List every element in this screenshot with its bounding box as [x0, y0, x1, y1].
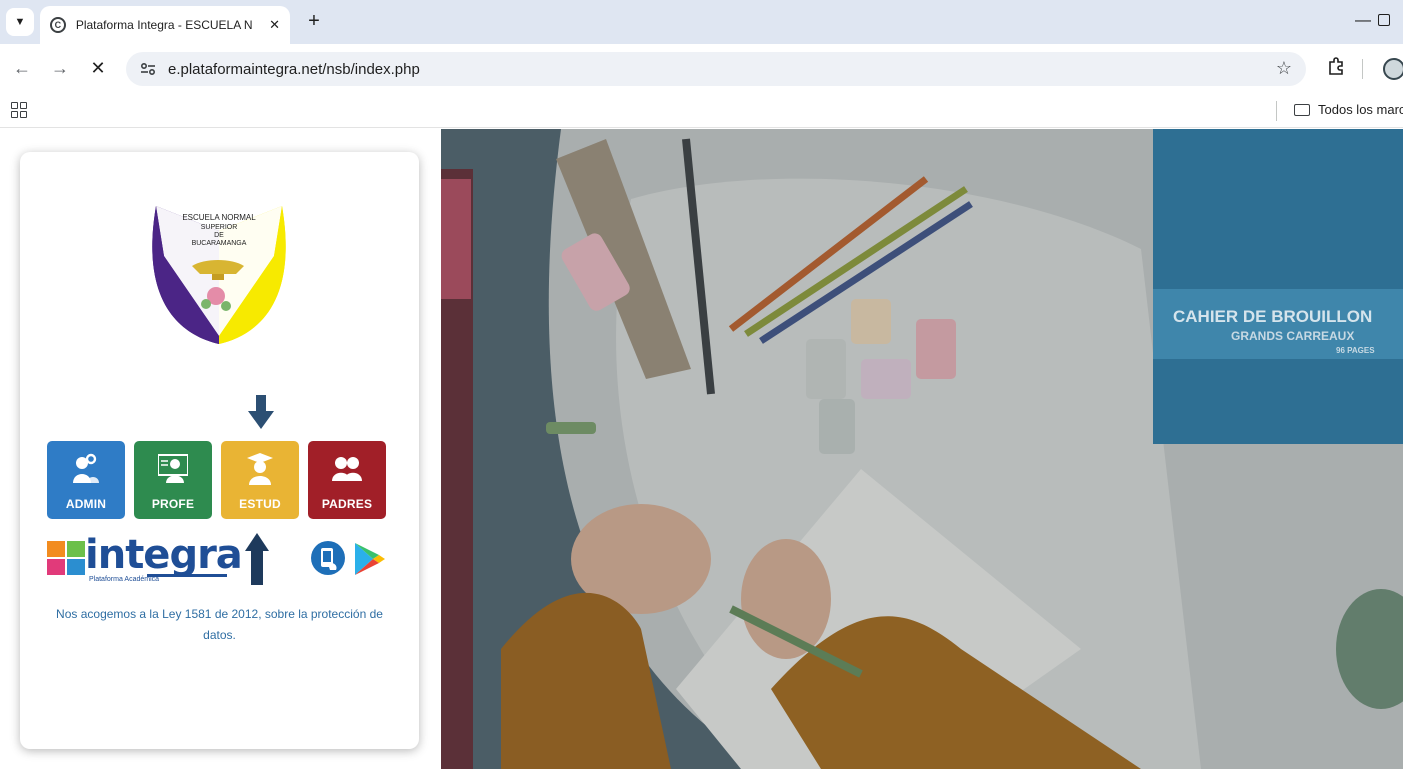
role-buttons: ADMIN PROFE ESTUD PADRES — [47, 441, 386, 519]
tab-search-button[interactable]: ▼ — [6, 8, 34, 36]
hero-image: CAHIER DE BROUILLON GRANDS CARREAUX 96 P… — [441, 129, 1403, 769]
stop-loading-icon[interactable]: ✕ — [86, 57, 110, 81]
bookmark-star-icon[interactable]: ☆ — [1276, 58, 1292, 79]
bookmarks-bar: Todos los marc — [0, 94, 1403, 128]
chevron-down-icon: ▼ — [14, 16, 26, 28]
admin-role-button[interactable]: ADMIN — [47, 441, 125, 519]
extensions-puzzle-icon[interactable] — [1327, 56, 1345, 76]
school-crest-logo: ESCUELA NORMAL SUPERIOR DE BUCARAMANGA — [152, 206, 286, 344]
close-tab-icon[interactable]: ✕ — [269, 17, 280, 33]
tab-title: Plataforma Integra - ESCUELA N — [75, 18, 253, 32]
admin-role-label: ADMIN — [65, 497, 107, 511]
padres-role-label: PADRES — [321, 497, 373, 511]
bookmark-folder-label: Todos los marc — [1318, 102, 1403, 117]
profile-avatar-icon[interactable] — [1383, 58, 1403, 80]
arrow-up-icon — [245, 533, 269, 585]
site-info-icon[interactable] — [138, 59, 158, 79]
crest-line-1: ESCUELA NORMAL — [182, 213, 256, 222]
profe-role-label: PROFE — [151, 497, 195, 511]
all-bookmarks-folder[interactable]: Todos los marc — [1294, 102, 1403, 117]
brand-row: integra Plataforma Académica — [47, 533, 397, 585]
crest-line-2: SUPERIOR — [201, 224, 238, 231]
browser-toolbar: ← → ✕ e.plataformaintegra.net/nsb/index.… — [0, 44, 1403, 94]
bookmarks-divider — [1276, 101, 1277, 121]
notebook-pages: 96 PAGES — [1336, 346, 1375, 355]
restore-icon[interactable] — [1378, 14, 1390, 26]
integra-wordmark: integra — [85, 532, 243, 578]
integra-tagline: Plataforma Académica — [89, 576, 160, 583]
google-play-icon[interactable] — [351, 541, 387, 577]
crest-line-3: DE — [214, 232, 224, 239]
new-tab-button[interactable]: + — [302, 10, 326, 34]
graduate-icon — [247, 453, 273, 485]
arrow-down-icon — [248, 395, 274, 429]
folder-icon — [1294, 103, 1310, 116]
privacy-notice: Nos acogemos a la Ley 1581 de 2012, sobr… — [56, 607, 383, 642]
profe-role-button[interactable]: PROFE — [134, 441, 212, 519]
crest-line-4: BUCARAMANGA — [192, 240, 247, 247]
estud-role-label: ESTUD — [239, 497, 281, 511]
active-tab[interactable]: C Plataforma Integra - ESCUELA N ✕ — [40, 6, 290, 44]
url-text[interactable]: e.plataformaintegra.net/nsb/index.php — [168, 61, 420, 78]
forward-icon[interactable]: → — [48, 57, 72, 81]
users-gear-icon — [73, 453, 99, 483]
notebook-title: CAHIER DE BROUILLON — [1173, 307, 1372, 326]
parents-group-icon — [332, 457, 362, 481]
tab-strip: ▼ C Plataforma Integra - ESCUELA N ✕ + — — [0, 0, 1403, 44]
integra-logo: integra Plataforma Académica — [47, 533, 243, 585]
minimize-icon[interactable]: — — [1355, 12, 1371, 30]
address-bar[interactable]: e.plataformaintegra.net/nsb/index.php ☆ — [126, 52, 1306, 86]
loading-favicon-icon: C — [50, 17, 66, 33]
mobile-app-icon[interactable] — [310, 540, 346, 576]
teacher-board-icon — [158, 454, 188, 483]
apps-grid-icon[interactable] — [11, 102, 27, 118]
back-icon[interactable]: ← — [10, 57, 34, 81]
padres-role-button[interactable]: PADRES — [308, 441, 386, 519]
page-content: CAHIER DE BROUILLON GRANDS CARREAUX 96 P… — [0, 129, 1403, 769]
puzzle-logo-icon — [47, 541, 85, 575]
toolbar-divider — [1362, 59, 1363, 79]
notebook-subtitle: GRANDS CARREAUX — [1231, 329, 1354, 343]
role-selection-card: ESCUELA NORMAL SUPERIOR DE BUCARAMANGA A… — [20, 152, 419, 749]
estud-role-button[interactable]: ESTUD — [221, 441, 299, 519]
